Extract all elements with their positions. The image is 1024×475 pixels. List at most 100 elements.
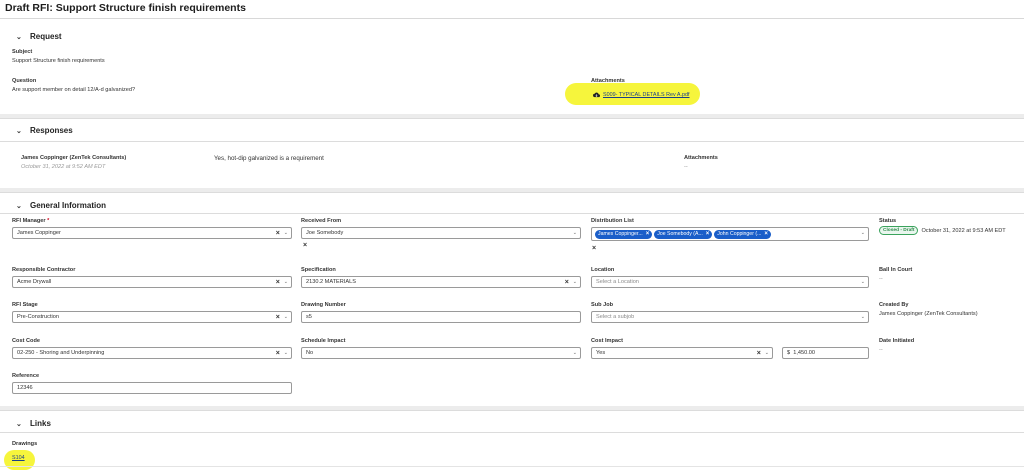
chevron-down-icon: ⌄ bbox=[16, 420, 22, 428]
chip-label: Joe Somebody (A... bbox=[657, 231, 703, 237]
chip-label: James Coppinger... bbox=[598, 231, 643, 237]
links-section-toggle[interactable]: ⌄ Links bbox=[16, 419, 51, 428]
cost-code-label: Cost Code bbox=[12, 338, 40, 344]
clear-icon[interactable]: × bbox=[592, 245, 596, 252]
chevron-down-icon[interactable]: ⌄ bbox=[765, 350, 769, 356]
clear-icon[interactable]: × bbox=[565, 279, 569, 286]
section-line bbox=[0, 118, 1024, 119]
response-author: James Coppinger (ZenTek Consultants) bbox=[21, 155, 127, 161]
rfi-manager-label-text: RFI Manager bbox=[12, 218, 46, 224]
responses-section-toggle[interactable]: ⌄ Responses bbox=[16, 126, 73, 135]
chevron-down-icon[interactable]: ⌄ bbox=[284, 279, 288, 285]
clear-icon[interactable]: × bbox=[757, 350, 761, 357]
drawing-number-label: Drawing Number bbox=[301, 302, 346, 308]
rfi-manager-value: James Coppinger bbox=[17, 230, 61, 236]
attachment-filename[interactable]: S009- TYPICAL DETAILS Rev A.pdf bbox=[603, 92, 690, 98]
subject-value: Support Structure finish requirements bbox=[12, 58, 105, 64]
schedule-impact-select[interactable]: No ⌄ bbox=[301, 347, 581, 359]
close-icon[interactable]: × bbox=[764, 231, 768, 237]
rfi-stage-select[interactable]: Pre-Construction × ⌄ bbox=[12, 311, 292, 323]
reference-input[interactable]: 12346 bbox=[12, 382, 292, 394]
responsible-contractor-select[interactable]: Acme Drywall × ⌄ bbox=[12, 276, 292, 288]
chevron-down-icon[interactable]: ⌄ bbox=[284, 314, 288, 320]
date-initiated-value: -- bbox=[879, 347, 883, 353]
distribution-chip[interactable]: John Coppinger (... × bbox=[714, 229, 771, 239]
cloud-download-icon bbox=[593, 92, 600, 98]
location-placeholder: Select a Location bbox=[596, 279, 639, 285]
close-icon[interactable]: × bbox=[706, 231, 710, 237]
chevron-down-icon: ⌄ bbox=[16, 127, 22, 135]
drawing-number-input[interactable]: s5 bbox=[301, 311, 581, 323]
question-value: Are support member on detail 12/A-d galv… bbox=[12, 87, 136, 93]
ball-in-court-label: Ball In Court bbox=[879, 267, 913, 273]
cost-impact-label: Cost Impact bbox=[591, 338, 624, 344]
clear-icon[interactable]: × bbox=[303, 242, 307, 249]
status-date: October 31, 2022 at 9:53 AM EDT bbox=[921, 227, 1006, 234]
schedule-impact-value: No bbox=[306, 350, 314, 356]
chevron-down-icon[interactable]: ⌄ bbox=[573, 350, 577, 356]
request-section-toggle[interactable]: ⌄ Request bbox=[16, 32, 62, 41]
chevron-down-icon: ⌄ bbox=[16, 33, 22, 41]
links-heading: Links bbox=[30, 419, 51, 428]
section-line bbox=[0, 192, 1024, 193]
received-from-label: Received From bbox=[301, 218, 342, 224]
schedule-impact-label: Schedule Impact bbox=[301, 338, 346, 344]
chevron-down-icon[interactable]: ⌄ bbox=[573, 279, 577, 285]
title-divider bbox=[0, 18, 1024, 19]
drawings-label: Drawings bbox=[12, 441, 38, 447]
sub-job-select[interactable]: Select a subjob ⌄ bbox=[591, 311, 869, 323]
specification-select[interactable]: 2130.2 MATERIALS × ⌄ bbox=[301, 276, 581, 288]
rfi-stage-value: Pre-Construction bbox=[17, 314, 59, 320]
chevron-down-icon[interactable]: ⌄ bbox=[573, 230, 577, 236]
chevron-down-icon[interactable]: ⌄ bbox=[284, 350, 288, 356]
attachment-link[interactable]: S009- TYPICAL DETAILS Rev A.pdf bbox=[593, 92, 690, 98]
status-badge: Closed - Draft bbox=[879, 226, 919, 235]
distribution-chip[interactable]: James Coppinger... × bbox=[595, 229, 653, 239]
cost-impact-select[interactable]: Yes × ⌄ bbox=[591, 347, 773, 359]
request-heading: Request bbox=[30, 32, 62, 41]
chevron-down-icon[interactable]: ⌄ bbox=[861, 314, 865, 320]
chevron-down-icon[interactable]: ⌄ bbox=[284, 230, 288, 236]
drawing-link[interactable]: S104 bbox=[12, 455, 25, 461]
response-timestamp: October 31, 2022 at 9:52 AM EDT bbox=[21, 164, 106, 170]
distribution-select[interactable]: James Coppinger... × Joe Somebody (A... × … bbox=[591, 227, 869, 241]
cost-impact-value: Yes bbox=[596, 350, 606, 356]
section-line bbox=[0, 141, 1024, 142]
distribution-chip[interactable]: Joe Somebody (A... × bbox=[654, 229, 713, 239]
clear-icon[interactable]: × bbox=[276, 314, 280, 321]
cost-amount-input[interactable]: $ 1,450.00 bbox=[782, 347, 869, 359]
clear-icon[interactable]: × bbox=[276, 279, 280, 286]
page-title: Draft RFI: Support Structure finish requ… bbox=[5, 2, 246, 14]
received-from-select[interactable]: Joe Somebody ⌄ bbox=[301, 227, 581, 239]
rfi-manager-label: RFI Manager * bbox=[12, 218, 49, 224]
drawing-number-value: s5 bbox=[306, 314, 312, 320]
location-select[interactable]: Select a Location ⌄ bbox=[591, 276, 869, 288]
reference-value: 12346 bbox=[17, 385, 33, 391]
chip-label: John Coppinger (... bbox=[717, 231, 762, 237]
status-row: Closed - Draft October 31, 2022 at 9:53 … bbox=[879, 226, 1006, 235]
responsible-contractor-label: Responsible Contractor bbox=[12, 267, 76, 273]
close-icon[interactable]: × bbox=[646, 231, 650, 237]
location-label: Location bbox=[591, 267, 615, 273]
ball-in-court-value: -- bbox=[879, 276, 883, 282]
section-line bbox=[0, 432, 1024, 433]
chevron-down-icon: ⌄ bbox=[16, 202, 22, 210]
general-heading: General Information bbox=[30, 201, 107, 210]
created-by-value: James Coppinger (ZenTek Consultants) bbox=[879, 311, 978, 317]
received-from-value: Joe Somebody bbox=[306, 230, 344, 236]
chevron-down-icon[interactable]: ⌄ bbox=[861, 230, 865, 236]
cost-amount-value: $ 1,450.00 bbox=[787, 350, 815, 356]
rfi-manager-select[interactable]: James Coppinger × ⌄ bbox=[12, 227, 292, 239]
subject-label: Subject bbox=[12, 49, 33, 55]
required-asterisk: * bbox=[47, 218, 50, 224]
sub-job-label: Sub Job bbox=[591, 302, 614, 308]
status-label: Status bbox=[879, 218, 897, 224]
section-line bbox=[0, 410, 1024, 411]
cost-code-select[interactable]: 02-250 - Shoring and Underpinning × ⌄ bbox=[12, 347, 292, 359]
response-text: Yes, hot-dip galvanized is a requirement bbox=[214, 155, 324, 162]
general-section-toggle[interactable]: ⌄ General Information bbox=[16, 201, 106, 210]
chevron-down-icon[interactable]: ⌄ bbox=[861, 279, 865, 285]
clear-icon[interactable]: × bbox=[276, 230, 280, 237]
response-attachments-label: Attachments bbox=[684, 155, 718, 161]
clear-icon[interactable]: × bbox=[276, 350, 280, 357]
